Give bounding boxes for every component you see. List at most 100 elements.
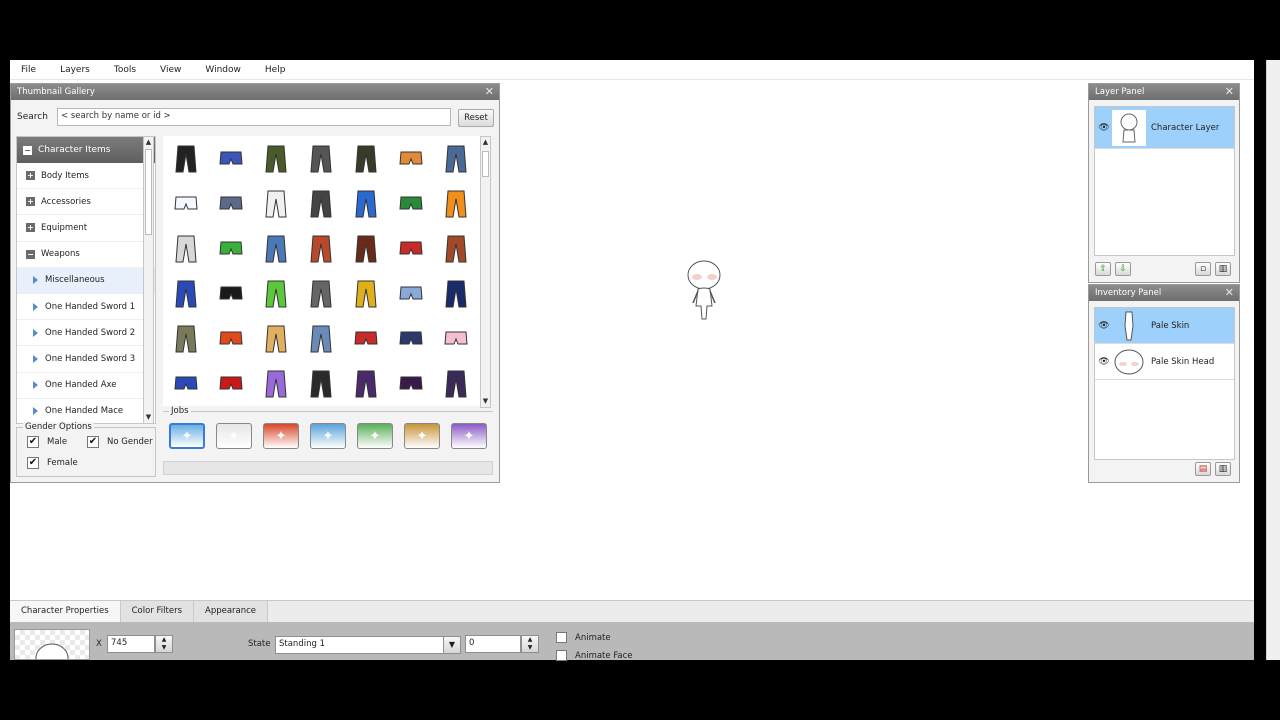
job-filter-button[interactable]: ✦ [404,423,440,449]
item-thumbnail[interactable] [163,226,208,271]
tab-color-filters[interactable]: Color Filters [120,601,194,622]
close-icon[interactable]: ✕ [1225,285,1234,301]
item-thumbnail[interactable] [208,181,253,226]
female-checkbox[interactable]: ✔ Female [27,457,78,469]
search-input[interactable]: < search by name or id > [57,108,451,126]
collapse-icon[interactable]: − [23,145,32,155]
state-select[interactable]: Standing 1 [275,636,445,654]
character-preview[interactable] [685,260,725,325]
item-thumbnail[interactable] [208,316,253,361]
job-filter-button[interactable]: ✦ [169,423,205,449]
item-thumbnail[interactable] [208,271,253,316]
scroll-up-icon[interactable]: ▲ [481,137,490,148]
item-thumbnail[interactable] [343,181,388,226]
reset-button[interactable]: Reset [458,109,494,127]
x-input[interactable]: 745 [107,635,155,653]
item-thumbnail[interactable] [298,226,343,271]
item-thumbnail[interactable] [388,181,433,226]
expand-arrow-icon[interactable] [33,407,38,416]
expand-arrow-icon[interactable] [33,354,38,363]
expand-icon[interactable]: + [26,223,35,233]
gallery-titlebar[interactable]: Thumbnail Gallery ✕ [11,84,499,100]
item-thumbnail[interactable] [343,316,388,361]
tree-scrollbar[interactable]: ▲ ▼ [143,136,154,424]
item-thumbnail[interactable] [343,361,388,406]
item-thumbnail[interactable] [298,271,343,316]
close-icon[interactable]: ✕ [485,84,494,100]
layer-row[interactable]: 👁 Character Layer [1095,107,1234,149]
tree-item[interactable]: − Weapons [17,242,155,268]
x-stepper[interactable]: ▲ ▼ [155,635,173,653]
tree-item[interactable]: + Accessories [17,189,155,216]
inventory-row[interactable]: 👁 Pale Skin [1095,308,1234,344]
tree-item[interactable]: + Body Items [17,163,155,190]
job-filter-button[interactable]: ✦ [216,423,252,449]
tree-item[interactable]: Miscellaneous [17,267,155,294]
eye-icon[interactable]: 👁 [1097,123,1111,133]
frame-input[interactable]: 0 [465,635,521,653]
item-thumbnail[interactable] [388,226,433,271]
eye-icon[interactable]: 👁 [1097,321,1111,331]
tree-item[interactable]: One Handed Mace [17,399,155,423]
job-filter-button[interactable]: ✦ [357,423,393,449]
item-thumbnail[interactable] [253,181,298,226]
item-thumbnail[interactable] [343,136,388,181]
menu-view[interactable]: View [160,65,181,75]
trash-icon[interactable]: ▥ [1215,462,1231,476]
item-thumbnail[interactable] [253,316,298,361]
expand-arrow-icon[interactable] [33,328,38,337]
expand-icon[interactable]: + [26,171,35,181]
item-thumbnail[interactable] [343,226,388,271]
expand-icon[interactable]: + [26,197,35,207]
scroll-down-icon[interactable]: ▼ [481,396,490,407]
menu-layers[interactable]: Layers [60,65,90,75]
item-thumbnail[interactable] [433,361,478,406]
item-thumbnail[interactable] [163,361,208,406]
chevron-down-icon[interactable]: ▼ [443,636,461,654]
item-thumbnail[interactable] [298,181,343,226]
tree-item[interactable]: One Handed Sword 1 [17,294,155,321]
menu-file[interactable]: File [21,65,36,75]
item-thumbnail[interactable] [208,136,253,181]
item-thumbnail[interactable] [163,316,208,361]
item-thumbnail[interactable] [253,271,298,316]
inventory-row[interactable]: 👁 Pale Skin Head [1095,344,1234,380]
tab-character-properties[interactable]: Character Properties [10,601,121,622]
item-thumbnail[interactable] [253,226,298,271]
item-thumbnail[interactable] [298,361,343,406]
item-thumbnail[interactable] [343,271,388,316]
item-thumbnail[interactable] [433,316,478,361]
item-thumbnail[interactable] [208,361,253,406]
tree-scroll-thumb[interactable] [145,149,152,235]
item-thumbnail[interactable] [433,226,478,271]
item-thumbnail[interactable] [388,316,433,361]
trash-icon[interactable]: ▥ [1215,262,1231,276]
eye-icon[interactable]: 👁 [1097,357,1111,367]
item-thumbnail[interactable] [208,226,253,271]
remove-item-icon[interactable]: ▤ [1195,462,1211,476]
layer-panel-titlebar[interactable]: Layer Panel ✕ [1089,84,1239,100]
tree-item[interactable]: One Handed Sword 2 [17,320,155,347]
scroll-up-icon[interactable]: ▲ [144,137,153,148]
tree-item[interactable]: One Handed Axe [17,373,155,399]
tree-header[interactable]: − Character Items [17,137,155,163]
job-filter-button[interactable]: ✦ [451,423,487,449]
item-thumbnail[interactable] [433,181,478,226]
item-thumbnail[interactable] [388,271,433,316]
menu-window[interactable]: Window [205,65,241,75]
menu-tools[interactable]: Tools [114,65,136,75]
item-thumbnail[interactable] [163,181,208,226]
item-thumbnail[interactable] [163,271,208,316]
item-thumbnail[interactable] [388,361,433,406]
grid-scrollbar[interactable]: ▲ ▼ [480,136,491,408]
animate-face-checkbox[interactable]: Animate Face [556,650,633,661]
frame-stepper[interactable]: ▲ ▼ [521,635,539,653]
item-thumbnail[interactable] [253,136,298,181]
move-down-icon[interactable]: ⇩ [1115,262,1131,276]
job-filter-button[interactable]: ✦ [263,423,299,449]
inventory-panel-titlebar[interactable]: Inventory Panel ✕ [1089,285,1239,301]
new-layer-icon[interactable]: ▫ [1195,262,1211,276]
close-icon[interactable]: ✕ [1225,84,1234,100]
grid-scroll-thumb[interactable] [482,151,489,177]
tab-appearance[interactable]: Appearance [194,601,269,622]
